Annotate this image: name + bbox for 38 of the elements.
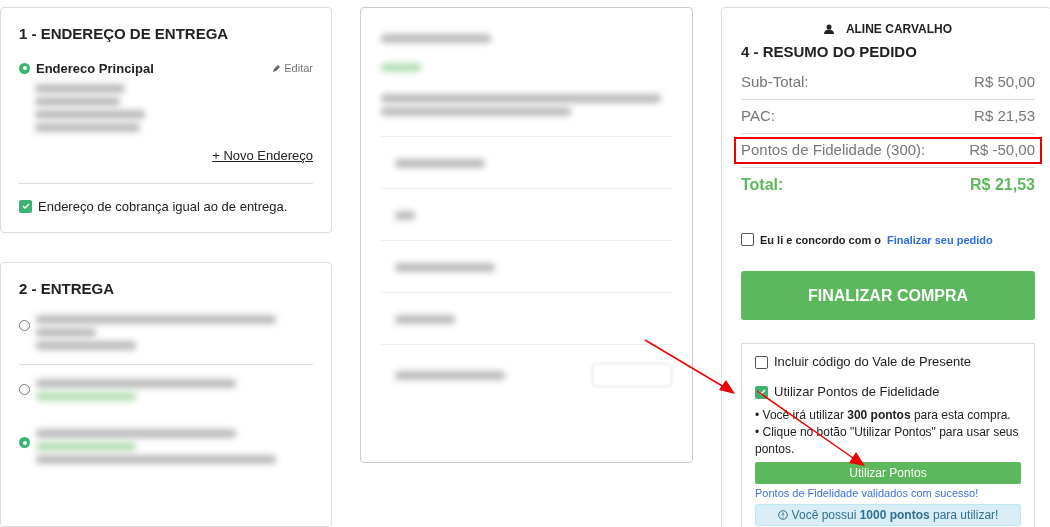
note-text: • Clique no botão "Utilizar Pontos" para usar seus pontos. xyxy=(755,424,1020,458)
radio-button[interactable] xyxy=(19,62,30,74)
radio-button[interactable] xyxy=(19,319,30,331)
checkbox[interactable] xyxy=(741,233,754,247)
info-icon xyxy=(777,509,788,520)
address-name: Endereco Principal xyxy=(36,59,154,78)
checkbox-label: Utilizar Pontos de Fidelidade xyxy=(774,383,940,402)
terms-text: Eu li e concordo com o xyxy=(760,232,882,248)
checkbox-label: Incluir código do Vale de Presente xyxy=(774,353,972,372)
checkbox-label: Endereço de cobrança igual ao de entrega. xyxy=(38,197,288,216)
summary-row: Pontos de Fidelidade (300): R$ -50,00 xyxy=(734,136,1042,164)
check-icon xyxy=(757,388,766,396)
total-label: Total: xyxy=(741,174,784,195)
pencil-icon xyxy=(273,64,282,73)
check-icon xyxy=(21,202,30,211)
summary-row-text: PAC: R$ 21,53 xyxy=(741,105,1035,126)
blurred-text xyxy=(36,327,96,337)
section-title: 4 - RESUMO DO PEDIDO xyxy=(741,42,918,62)
summary-row-text: Sub-Total: R$ 50,00 xyxy=(741,71,1035,92)
customer-name: ALINE CARVALHO xyxy=(845,21,953,38)
radio-button[interactable] xyxy=(19,437,30,448)
blurred-text xyxy=(381,63,421,72)
total-value: R$ 21,53 xyxy=(970,174,1035,195)
terms-link[interactable]: Finalizar seu pedido xyxy=(887,231,993,248)
checkbox[interactable] xyxy=(755,355,768,369)
edit-link[interactable]: Editar xyxy=(273,60,313,77)
section-title: 1 - ENDEREÇO DE ENTREGA xyxy=(19,24,230,44)
new-address-link[interactable]: + Novo Endereço xyxy=(212,146,313,166)
info-alert: Você possui 1000 pontos para utilizar! xyxy=(755,503,1021,526)
radio-button[interactable] xyxy=(19,383,30,395)
success-message: Pontos de Fidelidade validados com sucesso! xyxy=(755,486,980,501)
finish-purchase-button[interactable]: FINALIZAR COMPRA xyxy=(741,271,1035,320)
blurred-text xyxy=(395,315,455,324)
use-points-button[interactable]: Utilizar Pontos xyxy=(755,462,1021,484)
section-title: 2 - ENTREGA xyxy=(19,279,115,299)
blurred-text xyxy=(395,211,415,220)
user-icon xyxy=(823,24,834,34)
checkbox[interactable] xyxy=(19,199,32,213)
